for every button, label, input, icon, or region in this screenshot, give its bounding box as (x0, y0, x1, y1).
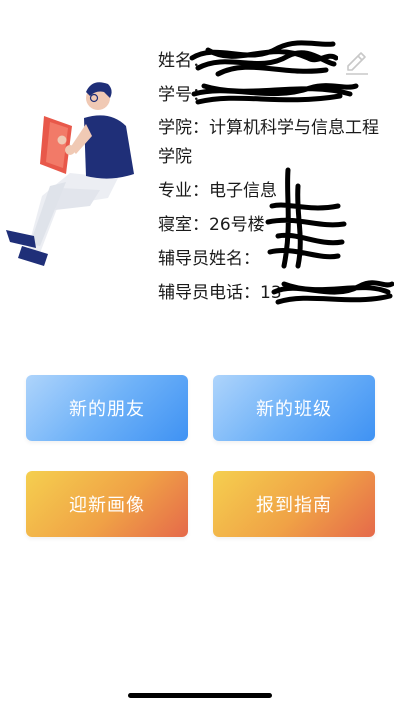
new-class-label: 新的班级 (256, 399, 332, 420)
major-value: 电子信息 (209, 181, 277, 201)
new-class-button[interactable]: 新的班级 (213, 375, 375, 441)
name-label: 姓名： (158, 51, 209, 71)
home-indicator[interactable] (128, 693, 272, 698)
profile-screen: { "profile": { "name_label": "姓名：", "stu… (0, 0, 400, 710)
dorm-value: 26号楼 (209, 215, 265, 235)
redaction-scribble (271, 280, 394, 305)
student-id-row: 学号： (158, 80, 394, 110)
registration-guide-button[interactable]: 报到指南 (213, 471, 375, 537)
registration-guide-label: 报到指南 (256, 495, 332, 516)
new-friends-button[interactable]: 新的朋友 (26, 375, 188, 441)
college-row: 学院：计算机科学与信息工程学院 (158, 114, 394, 172)
name-row: 姓名： (158, 40, 394, 77)
college-label: 学院： (158, 118, 209, 138)
student-info: 姓名： 学号： 学院：计算机科学与信息工程学院 专业：电子信息 寝室：26号楼 … (158, 40, 394, 308)
counselor-name-label: 辅导员姓名： (158, 249, 260, 269)
dorm-label: 寝室： (158, 215, 209, 235)
redaction-scribble (191, 83, 359, 105)
redaction-scribble (189, 40, 338, 77)
counselor-phone-value: 13 (260, 283, 282, 303)
welcome-portrait-button[interactable]: 迎新画像 (26, 471, 188, 537)
counselor-phone-label: 辅导员电话： (158, 283, 260, 303)
counselor-name-row: 辅导员姓名： (158, 244, 394, 274)
person-reading-illustration (0, 78, 150, 288)
student-id-label: 学号： (158, 85, 209, 105)
counselor-phone-row: 辅导员电话：13 (158, 278, 394, 308)
welcome-portrait-label: 迎新画像 (69, 495, 145, 516)
major-row: 专业：电子信息 (158, 176, 394, 206)
major-label: 专业： (158, 181, 209, 201)
dorm-row: 寝室：26号楼 (158, 167, 394, 269)
new-friends-label: 新的朋友 (69, 399, 145, 420)
